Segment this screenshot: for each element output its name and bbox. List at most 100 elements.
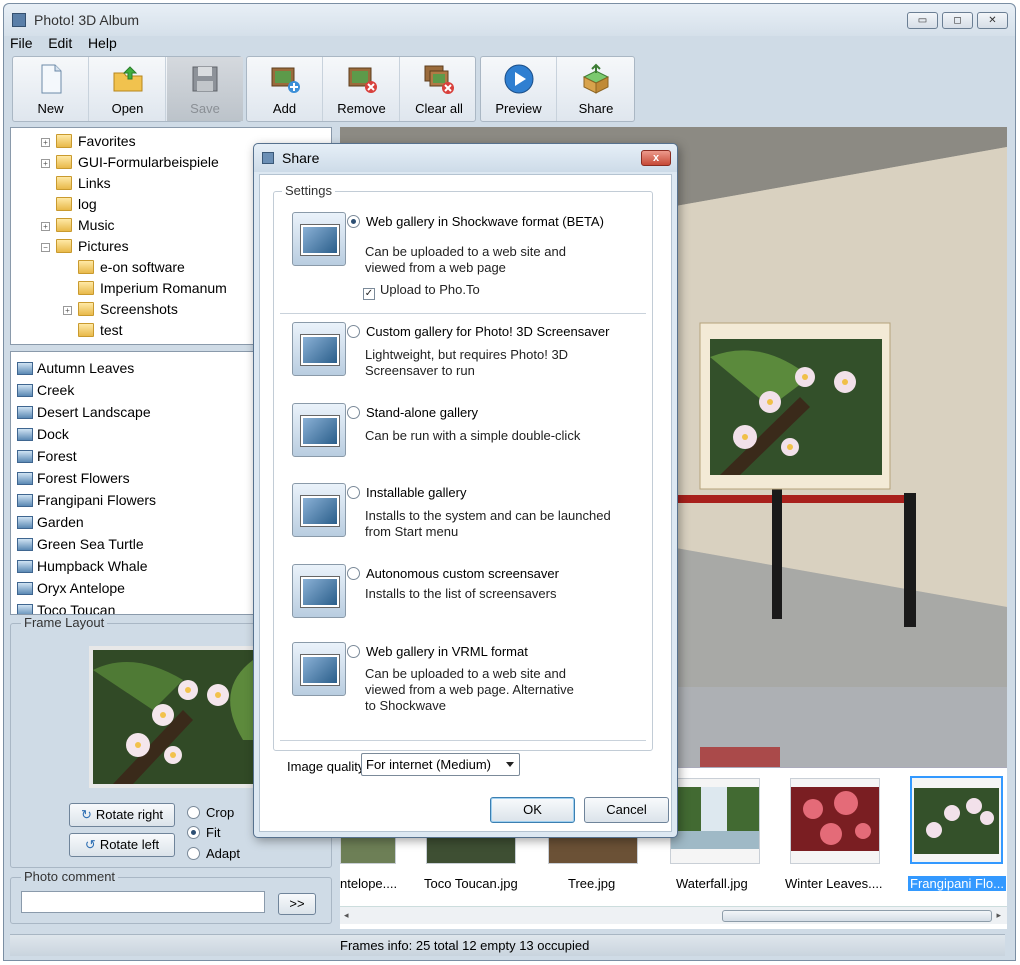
status-bar: Frames info: 25 total 12 empty 13 occupi… (10, 934, 1005, 956)
tree-item-e-on-software[interactable]: e-on software (78, 257, 185, 277)
stand-alone-radio[interactable]: Stand-alone gallery (347, 405, 478, 421)
thumbnail-caption: Tree.jpg (568, 876, 616, 891)
list-item[interactable]: Dock (17, 423, 69, 445)
dialog-title-bar[interactable]: Share x (254, 144, 677, 172)
photo-comment-input[interactable] (21, 891, 265, 913)
list-item[interactable]: Frangipani Flowers (17, 489, 156, 511)
vrml-radio[interactable]: Web gallery in VRML format (347, 644, 528, 660)
horizontal-scrollbar[interactable]: ◂ ▸ (340, 906, 1007, 924)
radio-circle[interactable] (347, 567, 360, 580)
menu-help[interactable]: Help (88, 33, 117, 53)
list-item[interactable]: Autumn Leaves (17, 357, 134, 379)
radio-circle[interactable] (347, 325, 360, 338)
rotate-left-button[interactable]: ↺ Rotate left (69, 833, 175, 857)
open-button[interactable]: Open (90, 57, 166, 121)
fit-radio[interactable]: Fit (187, 825, 220, 841)
adapt-radio[interactable]: Adapt (187, 846, 240, 862)
radio-circle[interactable] (347, 645, 360, 658)
rotate-right-button[interactable]: ↻ Rotate right (69, 803, 175, 827)
dialog-title: Share (282, 150, 320, 166)
installable-radio[interactable]: Installable gallery (347, 485, 466, 501)
radio-circle[interactable] (187, 847, 200, 860)
radio-circle[interactable] (347, 406, 360, 419)
expand-icon[interactable]: + (41, 138, 50, 147)
list-item[interactable]: Green Sea Turtle (17, 533, 144, 555)
share-button[interactable]: Share (558, 57, 634, 121)
checkbox-checked[interactable]: ✓ (363, 288, 375, 300)
apply-comment-button[interactable]: >> (278, 893, 316, 915)
list-item[interactable]: Oryx Antelope (17, 577, 125, 599)
tree-item-imperium-romanum[interactable]: Imperium Romanum (78, 278, 227, 298)
clear-all-button[interactable]: Clear all (401, 57, 477, 121)
close-button[interactable]: ✕ (977, 12, 1008, 29)
toolbar-group-edit: Add Remove Clear all (246, 56, 476, 122)
list-item[interactable]: Humpback Whale (17, 555, 148, 577)
upload-checkbox[interactable]: ✓ Upload to Pho.To (363, 282, 480, 300)
folder-icon (56, 134, 72, 148)
tree-item-favorites[interactable]: + Favorites (41, 131, 136, 151)
new-button[interactable]: New (13, 57, 89, 121)
menu-file[interactable]: File (10, 33, 33, 53)
divider (280, 313, 646, 314)
ok-button[interactable]: OK (490, 797, 575, 823)
add-button[interactable]: Add (247, 57, 323, 121)
expand-icon[interactable]: + (41, 159, 50, 168)
radio-circle[interactable] (347, 215, 360, 228)
image-file-icon (17, 406, 33, 419)
frangipani-thumb-photo (914, 788, 999, 854)
tree-item-screenshots[interactable]: + Screenshots (63, 299, 178, 319)
image-quality-select[interactable]: For internet (Medium) (361, 753, 520, 776)
crop-radio[interactable]: Crop (187, 805, 234, 821)
expand-icon[interactable]: + (63, 306, 72, 315)
add-label: Add (272, 101, 297, 116)
list-item[interactable]: Garden (17, 511, 84, 533)
autonomous-screensaver-radio[interactable]: Autonomous custom screensaver (347, 566, 559, 582)
list-item-label: Autumn Leaves (37, 360, 135, 376)
minimize-button[interactable]: ▭ (907, 12, 938, 29)
tree-item-test[interactable]: test (78, 320, 123, 340)
chevron-down-icon[interactable] (506, 762, 514, 767)
shockwave-radio[interactable]: Web gallery in Shockwave format (BETA) (347, 214, 604, 230)
list-item[interactable]: Creek (17, 379, 74, 401)
option-description: to Shockwave (365, 698, 446, 713)
list-item[interactable]: Forest (17, 445, 77, 467)
scroll-left-icon[interactable]: ◂ (344, 910, 349, 921)
menu-edit[interactable]: Edit (48, 33, 72, 53)
maximize-button[interactable]: ◻ (942, 12, 973, 29)
option-description: Can be run with a simple double-click (365, 428, 581, 443)
cancel-button[interactable]: Cancel (584, 797, 669, 823)
list-item[interactable]: Forest Flowers (17, 467, 130, 489)
thumbnail-winter-leaves[interactable] (790, 778, 880, 864)
image-quality-value: For internet (Medium) (366, 757, 491, 772)
option-label: Installable gallery (366, 485, 467, 500)
expand-icon[interactable]: + (41, 222, 50, 231)
tree-item-gui-formularbeispiele[interactable]: + GUI-Formularbeispiele (41, 152, 219, 172)
tree-item-log[interactable]: log (56, 194, 97, 214)
thumbnail-caption: ntelope.... (340, 876, 398, 891)
dialog-close-button[interactable]: x (641, 150, 671, 166)
scroll-thumb[interactable] (722, 910, 992, 922)
thumbnail-waterfall[interactable] (670, 778, 760, 864)
folder-icon (78, 281, 94, 295)
folder-icon (56, 176, 72, 190)
tree-item-pictures[interactable]: − Pictures (41, 236, 129, 256)
radio-circle[interactable] (187, 806, 200, 819)
list-item[interactable]: Desert Landscape (17, 401, 151, 423)
waterfall-photo (671, 787, 759, 849)
preview-button[interactable]: Preview (481, 57, 557, 121)
list-item[interactable]: Toco Toucan (17, 599, 115, 614)
screensaver-gallery-radio[interactable]: Custom gallery for Photo! 3D Screensaver (347, 324, 610, 340)
clear-all-label: Clear all (415, 101, 463, 116)
radio-circle[interactable] (187, 826, 200, 839)
tree-item-links[interactable]: Links (56, 173, 111, 193)
radio-circle[interactable] (347, 486, 360, 499)
title-bar[interactable]: Photo! 3D Album ▭ ◻ ✕ (4, 4, 1015, 36)
remove-button[interactable]: Remove (324, 57, 400, 121)
tree-item-music[interactable]: + Music (41, 215, 115, 235)
thumbnail-frangipani-selected[interactable] (910, 776, 1003, 864)
save-button[interactable]: Save (167, 57, 243, 121)
collapse-icon[interactable]: − (41, 243, 50, 252)
photo-comment-group: Photo comment >> (10, 869, 332, 924)
list-item-label: Humpback Whale (37, 558, 148, 574)
scroll-right-icon[interactable]: ▸ (996, 910, 1001, 921)
